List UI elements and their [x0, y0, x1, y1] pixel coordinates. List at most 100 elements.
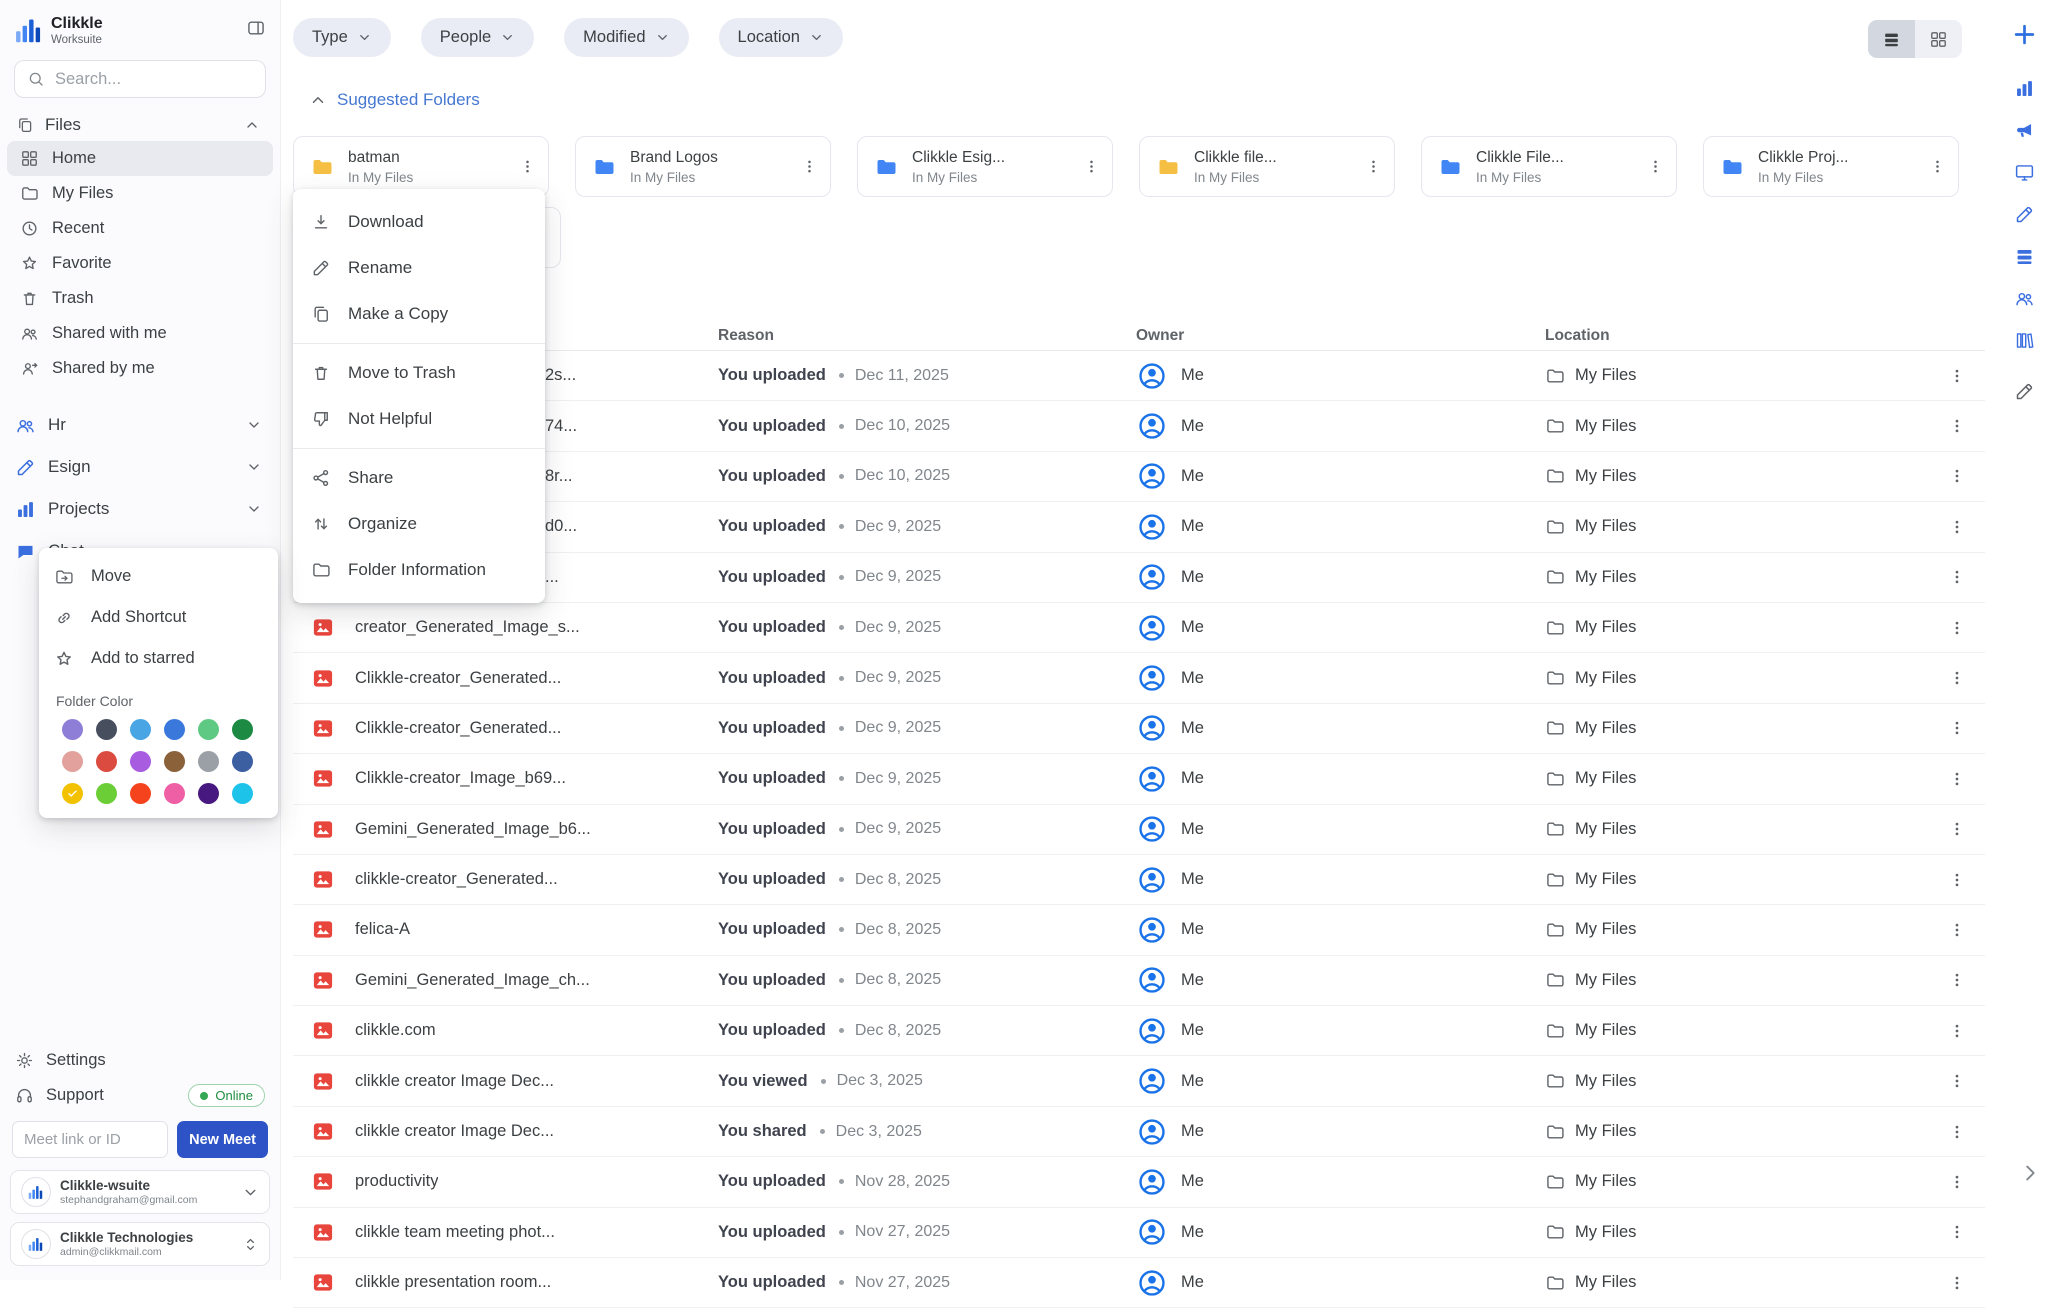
folder-card[interactable]: Clikkle file... In My Files: [1139, 136, 1395, 197]
row-more-icon[interactable]: [1948, 669, 1966, 687]
folder-color-swatch[interactable]: [198, 751, 219, 772]
folder-color-swatch[interactable]: [164, 783, 185, 804]
file-location-cell[interactable]: My Files: [1545, 1122, 1929, 1142]
folder-color-swatch[interactable]: [164, 719, 185, 740]
folder-more-icon[interactable]: [519, 158, 536, 175]
suggested-folders-header[interactable]: Suggested Folders: [309, 90, 2000, 110]
support-row[interactable]: Support Online: [0, 1078, 280, 1113]
folder-color-swatch[interactable]: [96, 751, 117, 772]
folder-color-swatch[interactable]: [96, 719, 117, 740]
menu-item-download[interactable]: Download: [293, 199, 545, 245]
settings-row[interactable]: Settings: [0, 1043, 280, 1078]
file-row[interactable]: d0... You uploaded Dec 9, 2025 Me My Fil…: [293, 502, 1985, 552]
folder-more-icon[interactable]: [1365, 158, 1382, 175]
folder-color-swatch[interactable]: [232, 783, 253, 804]
analytics-app-icon[interactable]: [2014, 78, 2035, 99]
row-more-icon[interactable]: [1948, 921, 1966, 939]
file-row[interactable]: clikkle presentation room... You uploade…: [293, 1258, 1985, 1308]
folder-color-swatch[interactable]: [96, 783, 117, 804]
file-location-cell[interactable]: My Files: [1545, 618, 1929, 638]
menu-item-make-a-copy[interactable]: Make a Copy: [293, 291, 545, 337]
folder-color-swatch[interactable]: [130, 719, 151, 740]
file-row[interactable]: creator_Generated_Image_s... You uploade…: [293, 603, 1985, 653]
folder-color-swatch[interactable]: [62, 719, 83, 740]
folder-card[interactable]: Clikkle Proj... In My Files: [1703, 136, 1959, 197]
file-location-cell[interactable]: My Files: [1545, 1071, 1929, 1091]
list-view-button[interactable]: [1868, 20, 1915, 58]
row-more-icon[interactable]: [1948, 568, 1966, 586]
file-row[interactable]: 2s... You uploaded Dec 11, 2025 Me My Fi…: [293, 351, 1985, 401]
folder-color-swatch[interactable]: [232, 719, 253, 740]
file-row[interactable]: 74... You uploaded Dec 10, 2025 Me My Fi…: [293, 401, 1985, 451]
folder-card[interactable]: batman In My Files: [293, 136, 549, 197]
search-input[interactable]: [55, 70, 253, 89]
compose-pencil-icon[interactable]: [2014, 381, 2035, 402]
file-location-cell[interactable]: My Files: [1545, 668, 1929, 688]
grid-view-button[interactable]: [1915, 20, 1962, 58]
folder-color-swatch[interactable]: [62, 751, 83, 772]
library-books-icon[interactable]: [2014, 330, 2035, 351]
sidebar-item-home[interactable]: Home: [7, 141, 273, 176]
row-more-icon[interactable]: [1948, 871, 1966, 889]
row-more-icon[interactable]: [1948, 1274, 1966, 1292]
menu-item-move-to-trash[interactable]: Move to Trash: [293, 350, 545, 396]
row-more-icon[interactable]: [1948, 770, 1966, 788]
row-more-icon[interactable]: [1948, 1173, 1966, 1191]
menu-item-not-helpful[interactable]: Not Helpful: [293, 396, 545, 442]
chevron-down-icon[interactable]: [246, 501, 262, 517]
filter-chip[interactable]: Modified: [564, 18, 688, 57]
menu-item-organize[interactable]: Organize: [293, 501, 545, 547]
menu-item-move[interactable]: Move: [39, 556, 278, 597]
sidebar-item-trash[interactable]: Trash: [7, 281, 273, 316]
folder-card[interactable]: Clikkle Esig... In My Files: [857, 136, 1113, 197]
screen-app-icon[interactable]: [2014, 162, 2035, 183]
esign-pencil-icon[interactable]: [2014, 204, 2035, 225]
chevron-up-icon[interactable]: [309, 91, 327, 109]
account-switcher-personal[interactable]: Clikkle-wsuite stephandgraham@gmail.com: [10, 1170, 270, 1214]
sidebar-item-hr[interactable]: Hr: [0, 404, 280, 446]
folder-color-swatch[interactable]: [130, 751, 151, 772]
chevron-down-icon[interactable]: [246, 459, 262, 475]
file-location-cell[interactable]: My Files: [1545, 1273, 1929, 1293]
menu-item-add-to-starred[interactable]: Add to starred: [39, 638, 278, 679]
folder-more-icon[interactable]: [1929, 158, 1946, 175]
file-location-cell[interactable]: My Files: [1545, 920, 1929, 940]
add-app-icon[interactable]: [2012, 22, 2037, 47]
expand-rail-icon[interactable]: [2019, 1162, 2041, 1184]
file-location-cell[interactable]: My Files: [1545, 870, 1929, 890]
folder-color-swatch[interactable]: [130, 783, 151, 804]
file-row[interactable]: clikkle creator Image Dec... You viewed …: [293, 1056, 1985, 1106]
row-more-icon[interactable]: [1948, 719, 1966, 737]
chevron-down-icon[interactable]: [246, 417, 262, 433]
file-location-cell[interactable]: My Files: [1545, 718, 1929, 738]
row-more-icon[interactable]: [1948, 971, 1966, 989]
row-more-icon[interactable]: [1948, 1223, 1966, 1241]
file-location-cell[interactable]: My Files: [1545, 1172, 1929, 1192]
collapse-sidebar-icon[interactable]: [246, 18, 266, 38]
folder-card[interactable]: Brand Logos In My Files: [575, 136, 831, 197]
file-location-cell[interactable]: My Files: [1545, 1021, 1929, 1041]
sidebar-item-recent[interactable]: Recent: [7, 211, 273, 246]
folder-more-icon[interactable]: [1083, 158, 1100, 175]
file-row[interactable]: clikkle creator Image Dec... You shared …: [293, 1107, 1985, 1157]
new-meet-button[interactable]: New Meet: [177, 1121, 268, 1158]
file-location-cell[interactable]: My Files: [1545, 567, 1929, 587]
folder-card[interactable]: Clikkle File... In My Files: [1421, 136, 1677, 197]
sidebar-item-shared-by-me[interactable]: Shared by me: [7, 351, 273, 386]
sidebar-item-esign[interactable]: Esign: [0, 446, 280, 488]
file-location-cell[interactable]: My Files: [1545, 416, 1929, 436]
chevron-up-icon[interactable]: [244, 117, 260, 133]
meet-link-input[interactable]: [12, 1121, 168, 1158]
search-box[interactable]: [14, 60, 266, 98]
row-more-icon[interactable]: [1948, 367, 1966, 385]
file-row[interactable]: Clikkle-creator_Generated... You uploade…: [293, 704, 1985, 754]
sidebar-item-projects[interactable]: Projects: [0, 488, 280, 530]
sidebar-item-my-files[interactable]: My Files: [7, 176, 273, 211]
folder-color-swatch[interactable]: [198, 719, 219, 740]
sidebar-item-shared-with-me[interactable]: Shared with me: [7, 316, 273, 351]
folder-color-swatch[interactable]: [198, 783, 219, 804]
menu-item-add-shortcut[interactable]: Add Shortcut: [39, 597, 278, 638]
file-location-cell[interactable]: My Files: [1545, 366, 1929, 386]
file-row[interactable]: 8r... You uploaded Dec 10, 2025 Me My Fi…: [293, 452, 1985, 502]
file-row[interactable]: Clikkle-creator_Image_b69... You uploade…: [293, 754, 1985, 804]
